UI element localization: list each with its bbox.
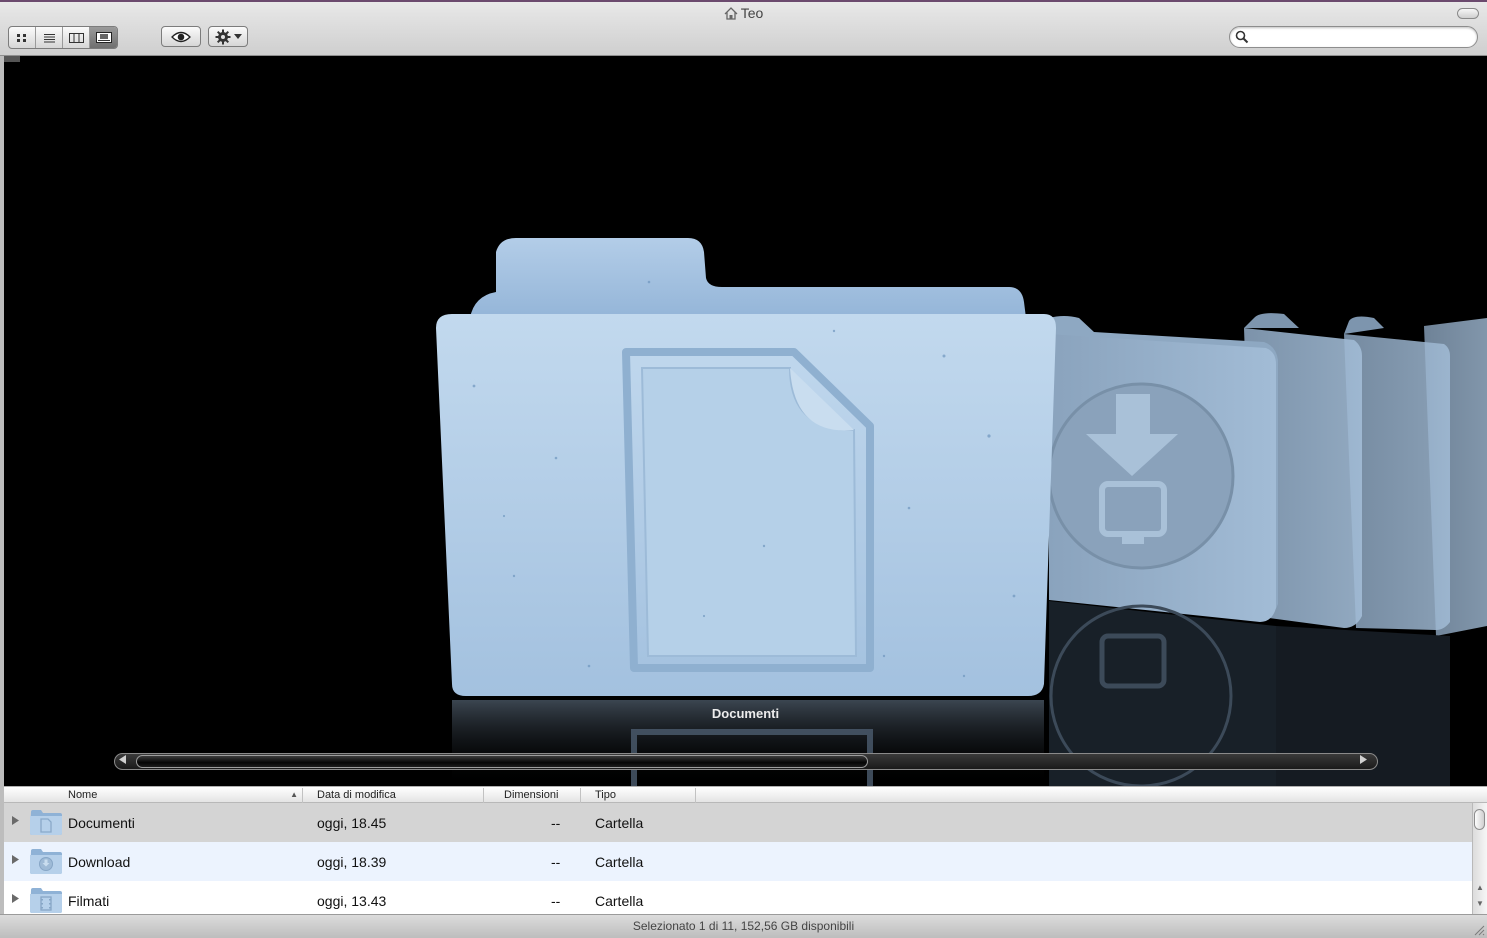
downloads-side-folder — [1047, 316, 1278, 622]
home-icon — [724, 7, 738, 23]
chevron-down-icon — [233, 34, 242, 39]
column-header-label: Tipo — [595, 789, 616, 801]
file-modified: oggi, 18.45 — [317, 815, 387, 831]
window-top-border — [0, 0, 1487, 2]
column-header-label: Dimensioni — [504, 789, 559, 801]
cover-flow-art — [436, 238, 1487, 786]
search-input[interactable] — [1252, 29, 1467, 45]
file-name: Filmati — [68, 893, 110, 909]
search-icon — [1235, 30, 1249, 44]
scroll-up-arrow-icon[interactable]: ▲ — [1476, 883, 1484, 892]
search-field[interactable] — [1229, 26, 1478, 48]
list-scroll-thumb[interactable] — [1474, 809, 1485, 830]
disclosure-triangle-icon[interactable] — [12, 816, 19, 825]
column-view-button[interactable] — [63, 27, 90, 48]
scroll-down-arrow-icon[interactable]: ▼ — [1476, 899, 1484, 908]
quick-look-button[interactable] — [161, 26, 201, 47]
documents-folder-icon — [30, 810, 62, 835]
column-header-kind[interactable]: Tipo — [581, 788, 696, 803]
documents-folder-cover — [436, 238, 1056, 696]
file-name: Download — [68, 854, 131, 870]
table-row[interactable]: Documenti oggi, 18.45 -- Cartella — [4, 803, 1472, 842]
file-modified: oggi, 18.39 — [317, 854, 387, 870]
window-title: Teo — [0, 5, 1487, 23]
disclosure-triangle-icon[interactable] — [12, 855, 19, 864]
file-modified: oggi, 13.43 — [317, 893, 387, 909]
file-kind: Cartella — [595, 893, 644, 909]
list-column-header: Nome ▲ Data di modifica Dimensioni Tipo — [4, 786, 1487, 803]
file-kind: Cartella — [595, 815, 644, 831]
cover-flow-caption: Documenti — [711, 706, 780, 721]
column-header-name[interactable]: Nome ▲ — [4, 788, 303, 803]
toolbar-toggle-button[interactable] — [1457, 8, 1479, 19]
action-menu-button[interactable] — [208, 26, 248, 47]
column-header-modified[interactable]: Data di modifica — [303, 788, 484, 803]
scroll-left-button[interactable] — [119, 755, 133, 768]
file-size: -- — [551, 893, 561, 909]
column-header-size[interactable]: Dimensioni — [484, 788, 581, 803]
scroll-right-button[interactable] — [1359, 755, 1373, 768]
downloads-folder-icon — [30, 849, 62, 874]
table-row[interactable]: Download oggi, 18.39 -- Cartella — [4, 842, 1472, 881]
gear-icon — [215, 29, 230, 44]
icon-view-icon — [17, 33, 26, 42]
triangle-left-icon — [119, 755, 126, 764]
triangle-right-icon — [1360, 755, 1367, 764]
file-size: -- — [551, 854, 561, 870]
view-mode-segmented-control — [8, 26, 118, 49]
file-name: Documenti — [68, 815, 135, 831]
file-kind: Cartella — [595, 854, 644, 870]
icon-view-button[interactable] — [9, 27, 36, 48]
movies-folder-icon — [30, 888, 62, 913]
column-header-label: Data di modifica — [317, 789, 396, 801]
disclosure-triangle-icon[interactable] — [12, 894, 19, 903]
resize-grip-icon[interactable] — [1473, 924, 1485, 936]
cover-flow-view-icon — [95, 32, 112, 43]
list-view-icon — [43, 33, 55, 42]
column-view-icon — [68, 32, 84, 43]
table-row[interactable]: Filmati oggi, 13.43 -- Cartella — [4, 881, 1472, 914]
window-title-text: Teo — [740, 5, 764, 21]
splitter-handle-icon[interactable] — [4, 56, 20, 62]
sort-ascending-icon: ▲ — [290, 790, 298, 799]
cover-flow-scroll-thumb[interactable] — [136, 755, 868, 768]
cover-flow-view-button[interactable] — [90, 27, 117, 48]
window-toolbar: Teo — [0, 0, 1487, 56]
file-size: -- — [551, 815, 561, 831]
file-list: Documenti oggi, 18.45 -- Cartella Downlo… — [4, 803, 1472, 914]
status-text: Selezionato 1 di 11, 152,56 GB disponibi… — [632, 919, 855, 933]
cover-flow-scrollbar[interactable] — [114, 753, 1378, 770]
eye-icon — [171, 31, 191, 42]
list-view-button[interactable] — [36, 27, 63, 48]
status-bar: Selezionato 1 di 11, 152,56 GB disponibi… — [0, 914, 1487, 938]
column-header-label: Nome — [68, 789, 98, 801]
list-vertical-scrollbar[interactable]: ▲ ▼ — [1472, 803, 1487, 914]
cover-flow-pane[interactable]: Documenti — [4, 56, 1487, 786]
